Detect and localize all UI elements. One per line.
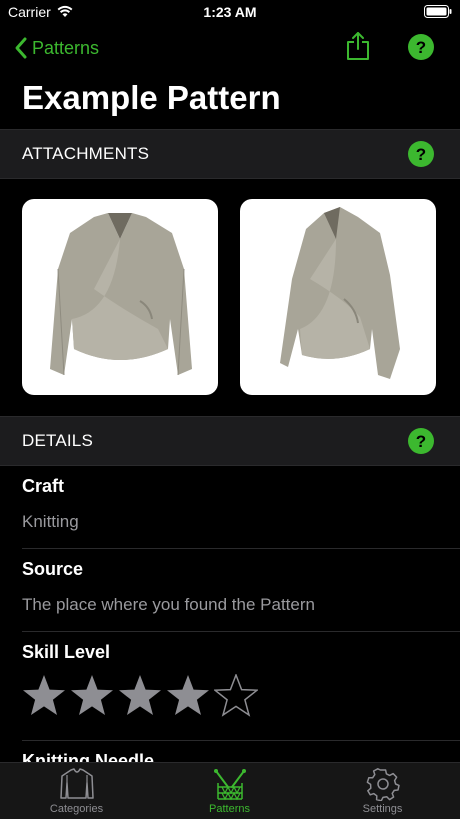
back-button[interactable]: Patterns <box>14 34 99 62</box>
share-button[interactable] <box>344 30 372 62</box>
knitting-icon <box>213 769 246 801</box>
sweater-icon <box>59 768 94 799</box>
svg-text:?: ? <box>416 432 426 451</box>
details-section-header: DETAILS ? <box>0 416 460 466</box>
help-button[interactable]: ? <box>408 34 434 60</box>
gear-icon <box>366 768 400 801</box>
star-filled-icon[interactable] <box>22 674 66 718</box>
skill-level-rating[interactable] <box>22 674 262 718</box>
details-help-button[interactable]: ? <box>408 428 434 454</box>
svg-text:?: ? <box>416 145 426 164</box>
star-filled-icon[interactable] <box>70 674 114 718</box>
svg-text:?: ? <box>416 38 426 57</box>
star-filled-icon[interactable] <box>118 674 162 718</box>
tab-label-settings: Settings <box>362 803 403 815</box>
tab-bar: Categories Patterns Settings <box>0 762 460 819</box>
navigation-bar: Patterns ? <box>0 30 460 66</box>
attachment-thumbnail-1[interactable] <box>22 199 218 395</box>
detail-value-source: The place where you found the Pattern <box>22 595 315 614</box>
tab-label-patterns: Patterns <box>209 803 250 815</box>
tab-patterns[interactable]: Patterns <box>153 763 306 819</box>
attachments-help-button[interactable]: ? <box>408 141 434 167</box>
attachment-thumbnail-2[interactable] <box>240 199 436 395</box>
detail-row-craft: Craft Knitting <box>22 466 460 549</box>
detail-row-source: Source The place where you found the Pat… <box>22 549 460 632</box>
detail-label-craft: Craft <box>22 476 65 496</box>
status-bar: Carrier 1:23 AM <box>0 0 460 24</box>
attachments-section-header: ATTACHMENTS ? <box>0 129 460 179</box>
share-icon <box>347 32 369 60</box>
tab-categories[interactable]: Categories <box>0 763 153 819</box>
tab-settings[interactable]: Settings <box>306 763 459 819</box>
attachments-header-label: ATTACHMENTS <box>22 144 150 163</box>
status-time: 1:23 AM <box>203 4 257 20</box>
star-filled-icon[interactable] <box>166 674 210 718</box>
detail-value-craft: Knitting <box>22 512 79 531</box>
help-icon: ? <box>408 34 434 60</box>
star-empty-icon[interactable] <box>214 674 258 718</box>
battery-icon <box>424 5 452 21</box>
details-header-label: DETAILS <box>22 431 93 450</box>
detail-label-source: Source <box>22 559 84 579</box>
back-button-label: Patterns <box>32 37 100 58</box>
detail-label-skill-level: Skill Level <box>22 642 111 662</box>
help-icon: ? <box>408 428 434 454</box>
sweater-side-image <box>280 207 400 379</box>
page-title: Example Pattern <box>22 79 281 116</box>
tab-label-categories: Categories <box>49 803 104 815</box>
detail-row-skill-level: Skill Level <box>22 632 460 741</box>
sweater-front-image <box>50 213 192 376</box>
help-icon: ? <box>408 141 434 167</box>
chevron-left-icon <box>15 37 27 59</box>
